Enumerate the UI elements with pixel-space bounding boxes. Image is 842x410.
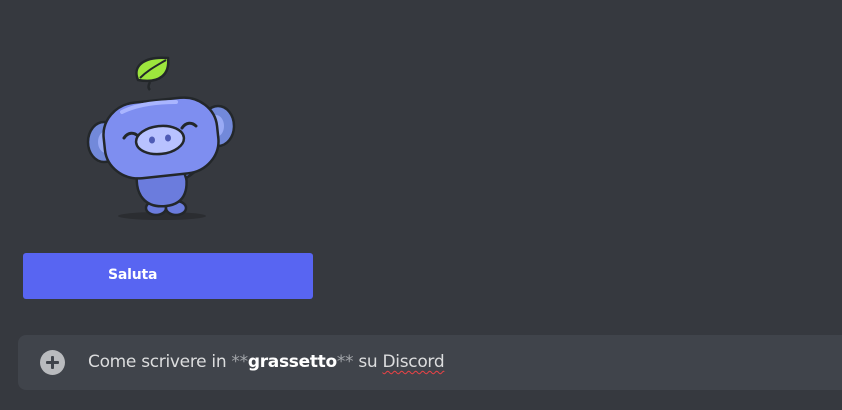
markdown-open: ** bbox=[231, 352, 248, 372]
plus-circle-icon[interactable] bbox=[40, 350, 65, 375]
wave-button-label: Saluta bbox=[108, 267, 158, 283]
misspelled-word: Discord bbox=[382, 352, 445, 372]
bold-text: grassetto bbox=[247, 352, 337, 372]
markdown-close: ** bbox=[336, 352, 354, 372]
message-input[interactable]: Come scrivere in **grassetto** su Discor… bbox=[88, 351, 445, 373]
message-middle: su bbox=[353, 352, 383, 372]
wave-button[interactable]: Saluta bbox=[23, 253, 313, 299]
message-composer[interactable]: Come scrivere in **grassetto** su Discor… bbox=[18, 335, 842, 390]
chat-area: Saluta Come scrivere in **grassetto** su… bbox=[0, 0, 842, 410]
wumpus-waving-icon bbox=[86, 56, 236, 220]
message-prefix: Come scrivere in bbox=[88, 352, 232, 372]
